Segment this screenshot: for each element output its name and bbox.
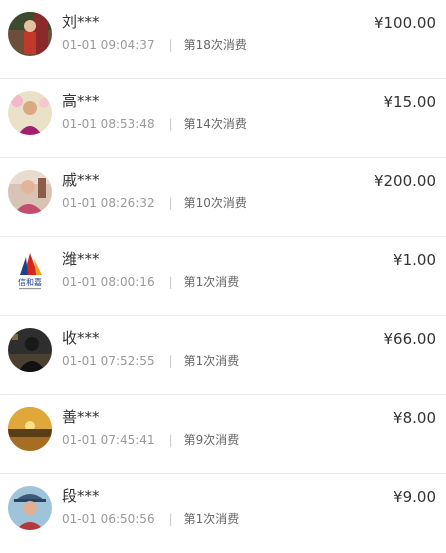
separator: | <box>168 196 173 210</box>
order-time: 01-01 09:04:37 <box>62 38 155 52</box>
customer-name: 刘*** <box>62 13 100 31</box>
customer-name: 收*** <box>62 329 100 347</box>
list-item[interactable]: 善*** 01-01 07:45:41 | 第9次消费 ¥8.00 <box>0 395 446 474</box>
order-meta: 01-01 09:04:37 | 第18次消费 <box>62 37 247 53</box>
visit-count: 第18次消费 <box>183 38 247 52</box>
avatar <box>8 407 52 451</box>
visit-count: 第10次消费 <box>183 196 247 210</box>
separator: | <box>168 512 173 526</box>
list-item[interactable]: 高*** 01-01 08:53:48 | 第14次消费 ¥15.00 <box>0 79 446 158</box>
avatar <box>8 328 52 372</box>
customer-name: 段*** <box>62 487 100 505</box>
separator: | <box>168 275 173 289</box>
separator: | <box>168 38 173 52</box>
order-time: 01-01 08:53:48 <box>62 117 155 131</box>
separator: | <box>168 354 173 368</box>
order-amount: ¥8.00 <box>393 409 436 427</box>
customer-name: 戚*** <box>62 171 100 189</box>
avatar <box>8 170 52 214</box>
visit-count: 第1次消费 <box>183 354 240 368</box>
order-meta: 01-01 08:00:16 | 第1次消费 <box>62 274 239 290</box>
customer-name: 高*** <box>62 92 100 110</box>
order-list: 刘*** 01-01 09:04:37 | 第18次消费 ¥100.00 高*** … <box>0 0 446 553</box>
logo-text: 信和嘉 <box>18 277 42 287</box>
list-item[interactable]: 信和嘉 潍*** 01-01 08:00:16 | 第1次消费 ¥1.00 <box>0 237 446 316</box>
visit-count: 第1次消费 <box>183 275 240 289</box>
order-meta: 01-01 07:45:41 | 第9次消费 <box>62 432 239 448</box>
list-item[interactable]: 戚*** 01-01 08:26:32 | 第10次消费 ¥200.00 <box>0 158 446 237</box>
order-meta: 01-01 08:26:32 | 第10次消费 <box>62 195 247 211</box>
order-time: 01-01 07:52:55 <box>62 354 155 368</box>
separator: | <box>168 433 173 447</box>
avatar <box>8 12 52 56</box>
order-amount: ¥100.00 <box>373 14 436 32</box>
order-meta: 01-01 06:50:56 | 第1次消费 <box>62 511 239 527</box>
order-time: 01-01 08:00:16 <box>62 275 155 289</box>
avatar: 信和嘉 <box>8 249 52 293</box>
order-time: 01-01 06:50:56 <box>62 512 155 526</box>
avatar <box>8 486 52 530</box>
visit-count: 第14次消费 <box>183 117 247 131</box>
separator: | <box>168 117 173 131</box>
order-time: 01-01 07:45:41 <box>62 433 155 447</box>
order-meta: 01-01 07:52:55 | 第1次消费 <box>62 353 239 369</box>
order-amount: ¥9.00 <box>393 488 436 506</box>
list-item[interactable]: 收*** 01-01 07:52:55 | 第1次消费 ¥66.00 <box>0 316 446 395</box>
order-amount: ¥15.00 <box>383 93 437 111</box>
customer-name: 潍*** <box>62 250 100 268</box>
avatar <box>8 91 52 135</box>
order-amount: ¥200.00 <box>373 172 436 190</box>
customer-name: 善*** <box>62 408 100 426</box>
list-item[interactable]: 段*** 01-01 06:50:56 | 第1次消费 ¥9.00 <box>0 474 446 553</box>
order-amount: ¥66.00 <box>383 330 437 348</box>
visit-count: 第9次消费 <box>183 433 240 447</box>
visit-count: 第1次消费 <box>183 512 240 526</box>
order-meta: 01-01 08:53:48 | 第14次消费 <box>62 116 247 132</box>
order-time: 01-01 08:26:32 <box>62 196 155 210</box>
order-amount: ¥1.00 <box>393 251 436 269</box>
list-item[interactable]: 刘*** 01-01 09:04:37 | 第18次消费 ¥100.00 <box>0 0 446 79</box>
